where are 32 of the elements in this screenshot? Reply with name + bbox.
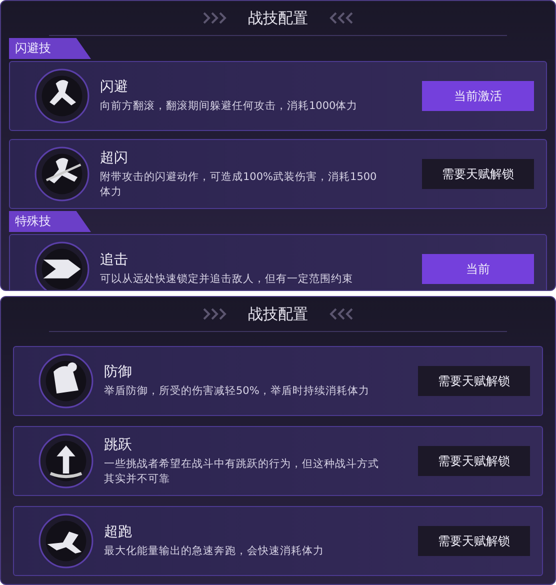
section-label: 特殊技 (9, 211, 91, 232)
skill-icon (38, 513, 94, 569)
skill-name: 防御 (104, 363, 133, 382)
skill-name: 追击 (100, 251, 129, 270)
skill-icon (38, 353, 94, 409)
skill-name: 超闪 (100, 149, 129, 168)
skill-description: 一些挑战者希望在战斗中有跳跃的行为，但这种战斗方式其实并不可靠 (104, 457, 380, 486)
chevrons-icon (202, 307, 228, 321)
skill-description: 举盾防御，所受的伤害减轻50%，举盾时持续消耗体力 (104, 384, 370, 399)
skill-button[interactable]: 当前激活 (422, 81, 534, 111)
skill-name: 跳跃 (104, 436, 133, 454)
chevrons-icon (328, 11, 354, 25)
skill-button[interactable]: 需要天赋解锁 (418, 526, 530, 556)
skill-description: 向前方翻滚，翻滚期间躲避任何攻击，消耗1000体力 (100, 99, 359, 114)
section-label: 闪避技 (9, 38, 91, 59)
skill-icon (34, 68, 90, 124)
panel-title: 战技配置 (248, 8, 308, 28)
panel-title: 战技配置 (248, 304, 308, 324)
chevrons-icon (202, 11, 228, 25)
skill-icon (34, 146, 90, 202)
skill-description: 附带攻击的闪避动作，可造成100%武装伤害，消耗1500体力 (100, 170, 378, 199)
skill-icon (38, 433, 94, 489)
skill-description: 最大化能量输出的急速奔跑，会快速消耗体力 (104, 544, 325, 559)
skill-button[interactable]: 当前 (422, 254, 534, 284)
skill-button[interactable]: 需要天赋解锁 (422, 159, 534, 189)
skill-description: 可以从远处快速锁定并追击敌人，但有一定范围约束 (100, 272, 354, 287)
skill-name: 闪避 (100, 78, 129, 96)
skill-name: 超跑 (104, 523, 133, 542)
skill-button[interactable]: 需要天赋解锁 (418, 366, 530, 396)
chevrons-icon (328, 307, 354, 321)
skill-button[interactable]: 需要天赋解锁 (418, 446, 530, 476)
skill-icon (34, 241, 90, 290)
